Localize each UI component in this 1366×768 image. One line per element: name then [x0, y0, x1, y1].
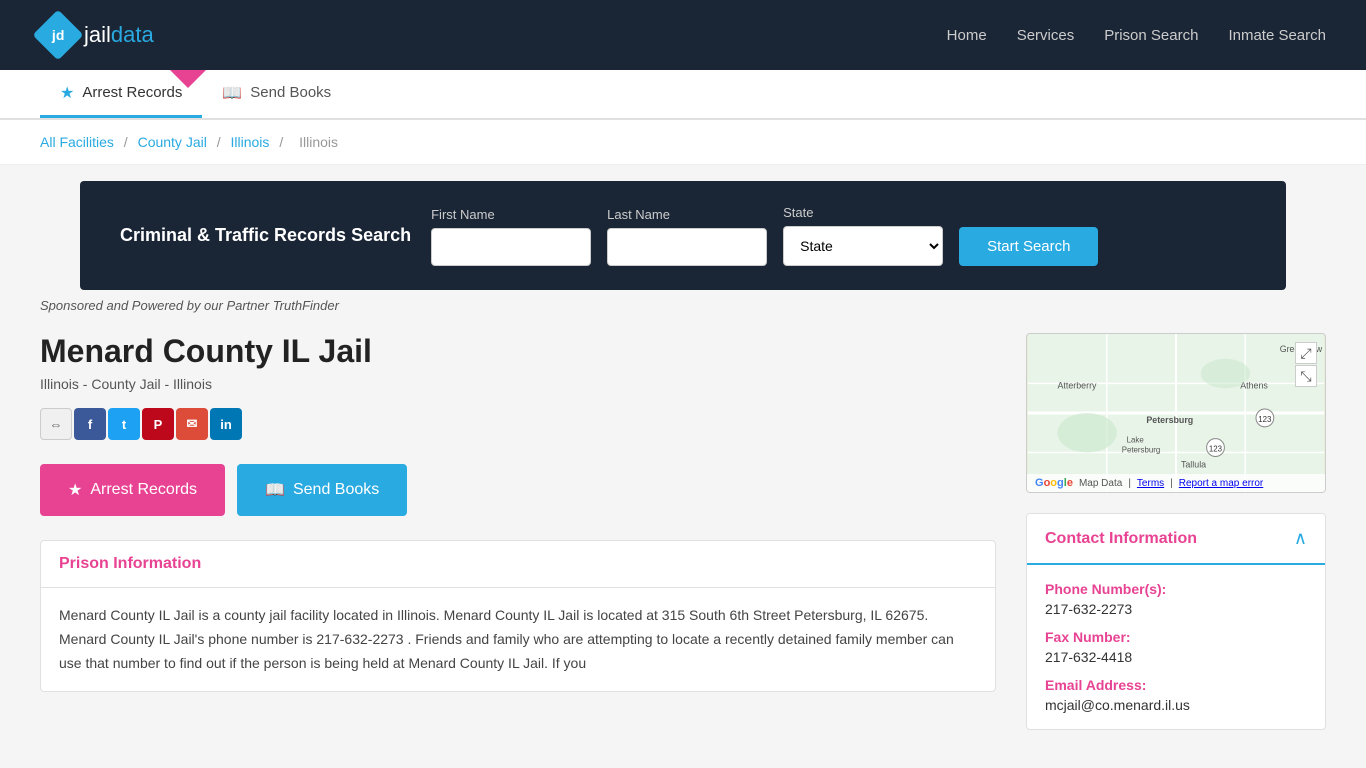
page-title: Menard County IL Jail: [40, 333, 996, 370]
map-controls: ⤢ ⤡: [1295, 342, 1317, 387]
google-logo: Google: [1035, 477, 1073, 489]
last-name-field: Last Name: [607, 207, 767, 266]
page-subtitle: Illinois - County Jail - Illinois: [40, 376, 996, 392]
star-icon: ★: [60, 83, 74, 103]
nav-prison-search[interactable]: Prison Search: [1104, 27, 1198, 44]
contact-info-title: Contact Information: [1045, 530, 1197, 548]
svg-text:Atterberry: Atterberry: [1058, 380, 1098, 390]
prison-info-body: Menard County IL Jail is a county jail f…: [41, 588, 995, 691]
pinterest-button[interactable]: P: [142, 408, 174, 440]
first-name-label: First Name: [431, 207, 591, 222]
fax-label: Fax Number:: [1045, 629, 1307, 645]
logo-initials: jd: [52, 27, 64, 43]
svg-text:123: 123: [1258, 415, 1272, 424]
fax-value: 217-632-4418: [1045, 649, 1307, 665]
phone-label: Phone Number(s):: [1045, 581, 1307, 597]
svg-text:123: 123: [1209, 445, 1223, 454]
sub-nav: ★ Arrest Records 📖 Send Books: [0, 70, 1366, 120]
phone-value: 217-632-2273: [1045, 601, 1307, 617]
action-buttons: ★ Arrest Records 📖 Send Books: [40, 464, 996, 516]
state-select[interactable]: StateAlabamaAlaskaArizonaArkansasCalifor…: [783, 226, 943, 266]
svg-text:Petersburg: Petersburg: [1146, 415, 1193, 425]
search-fields: First Name Last Name State StateAlabamaA…: [431, 205, 1246, 266]
map-container: 123 123 Greenview Atterberry Petersburg …: [1026, 333, 1326, 493]
search-banner-title: Criminal & Traffic Records Search: [120, 223, 411, 248]
map-data-label: Map Data: [1079, 478, 1122, 489]
nav-links: Home Services Prison Search Inmate Searc…: [947, 27, 1326, 44]
sponsored-text: Sponsored and Powered by our Partner Tru…: [0, 290, 1366, 313]
main-content: Menard County IL Jail Illinois - County …: [0, 313, 1366, 750]
book-icon: 📖: [222, 83, 242, 103]
first-name-field: First Name: [431, 207, 591, 266]
svg-text:Petersburg: Petersburg: [1122, 446, 1161, 455]
nav-services[interactable]: Services: [1017, 27, 1075, 44]
arrest-records-button[interactable]: ★ Arrest Records: [40, 464, 225, 516]
breadcrumb: All Facilities / County Jail / Illinois …: [0, 120, 1366, 165]
first-name-input[interactable]: [431, 228, 591, 266]
last-name-input[interactable]: [607, 228, 767, 266]
brand-name: jaildata: [84, 22, 154, 48]
email-label: Email Address:: [1045, 677, 1307, 693]
state-field: State StateAlabamaAlaskaArizonaArkansasC…: [783, 205, 943, 266]
map-report-link[interactable]: Report a map error: [1179, 478, 1263, 489]
prison-info-header: Prison Information: [41, 541, 995, 588]
svg-text:Tallula: Tallula: [1181, 459, 1206, 469]
share-button[interactable]: ⇔: [40, 408, 72, 440]
map-shrink-button[interactable]: ⤡: [1295, 365, 1317, 387]
contact-body: Phone Number(s): 217-632-2273 Fax Number…: [1027, 565, 1325, 729]
books-icon: 📖: [265, 480, 285, 500]
nav-inmate-search[interactable]: Inmate Search: [1228, 27, 1326, 44]
start-search-button[interactable]: Start Search: [959, 227, 1098, 266]
prison-info-section: Prison Information Menard County IL Jail…: [40, 540, 996, 692]
contact-header: Contact Information ∧: [1027, 514, 1325, 565]
breadcrumb-current: Illinois: [299, 134, 338, 150]
search-banner: Criminal & Traffic Records Search First …: [80, 181, 1286, 290]
map-footer: Google Map Data | Terms | Report a map e…: [1027, 474, 1325, 492]
breadcrumb-county-jail[interactable]: County Jail: [138, 134, 207, 150]
linkedin-button[interactable]: in: [210, 408, 242, 440]
email-button[interactable]: ✉: [176, 408, 208, 440]
logo-diamond: jd: [33, 10, 84, 61]
svg-text:Lake: Lake: [1127, 436, 1145, 445]
navbar: jd jaildata Home Services Prison Search …: [0, 0, 1366, 70]
last-name-label: Last Name: [607, 207, 767, 222]
map-svg: 123 123 Greenview Atterberry Petersburg …: [1027, 334, 1325, 492]
tab-send-books[interactable]: 📖 Send Books: [202, 70, 351, 118]
twitter-button[interactable]: t: [108, 408, 140, 440]
breadcrumb-illinois[interactable]: Illinois: [231, 134, 270, 150]
nav-home[interactable]: Home: [947, 27, 987, 44]
chevron-up-icon[interactable]: ∧: [1294, 528, 1307, 549]
arrest-star-icon: ★: [68, 480, 82, 500]
map-terms-link[interactable]: Terms: [1137, 478, 1164, 489]
search-banner-wrapper: Criminal & Traffic Records Search First …: [0, 165, 1366, 290]
map-expand-button[interactable]: ⤢: [1295, 342, 1317, 364]
breadcrumb-all-facilities[interactable]: All Facilities: [40, 134, 114, 150]
brand-logo[interactable]: jd jaildata: [40, 17, 154, 53]
contact-section: Contact Information ∧ Phone Number(s): 2…: [1026, 513, 1326, 730]
email-value: mcjail@co.menard.il.us: [1045, 697, 1307, 713]
facebook-button[interactable]: f: [74, 408, 106, 440]
state-label: State: [783, 205, 943, 220]
right-content: 123 123 Greenview Atterberry Petersburg …: [1026, 333, 1326, 730]
tab-arrest-records[interactable]: ★ Arrest Records: [40, 70, 202, 118]
send-books-button[interactable]: 📖 Send Books: [237, 464, 407, 516]
left-content: Menard County IL Jail Illinois - County …: [40, 333, 996, 730]
social-share: ⇔ f t P ✉ in: [40, 408, 996, 440]
